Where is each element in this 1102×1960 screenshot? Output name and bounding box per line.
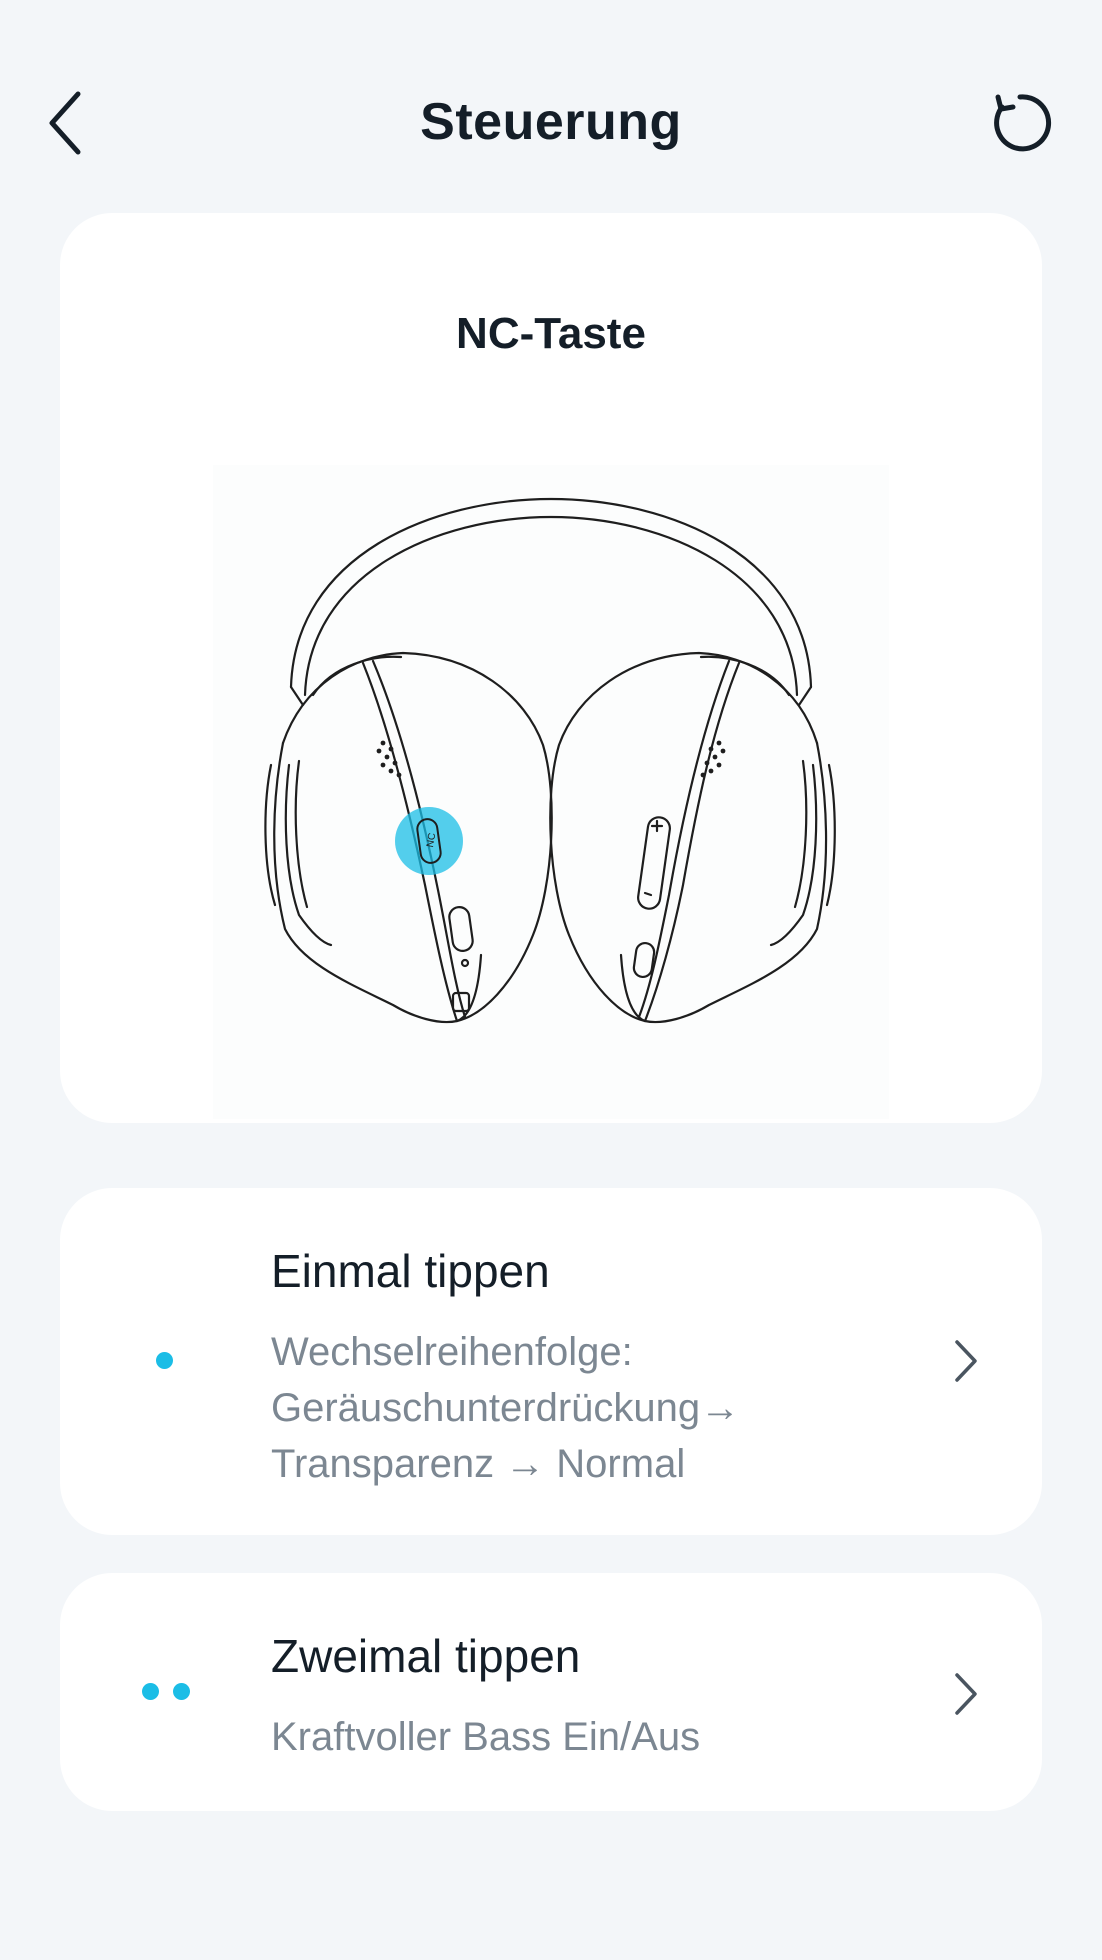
double-tap-dots-icon [142,1683,190,1700]
chevron-right-icon [946,1669,986,1719]
single-tap-description-line: Geräuschunterdrückung→ [271,1386,741,1430]
tap-dot [173,1683,190,1700]
page-title: Steuerung [420,93,682,151]
tap-dot [142,1683,159,1700]
hero-title: NC-Taste [456,309,646,358]
double-tap-row[interactable]: Zweimal tippen Kraftvoller Bass Ein/Aus [60,1573,1042,1811]
chevron-right-icon [946,1336,986,1386]
single-tap-description-line: Wechselreihenfolge: [271,1330,633,1374]
single-tap-row[interactable]: Einmal tippen Wechselreihenfolge: Geräus… [60,1188,1042,1535]
double-tap-description-line: Kraftvoller Bass Ein/Aus [271,1715,701,1759]
single-tap-description: Wechselreihenfolge: Geräuschunterdrückun… [271,1324,740,1492]
tap-dot [156,1352,173,1369]
header-bar: Steuerung [0,0,1102,240]
single-tap-description-line: Transparenz → Normal [271,1442,686,1486]
reset-icon [994,94,1052,152]
single-tap-title: Einmal tippen [271,1245,550,1297]
headphones-icon: NC [264,497,836,1024]
reset-button[interactable] [985,88,1055,158]
double-tap-title: Zweimal tippen [271,1630,581,1682]
headphones-illustration: NC [213,465,889,1119]
double-tap-description: Kraftvoller Bass Ein/Aus [271,1709,700,1765]
nc-button-card: NC-Taste NC [60,213,1042,1123]
single-tap-dots-icon [156,1352,173,1369]
